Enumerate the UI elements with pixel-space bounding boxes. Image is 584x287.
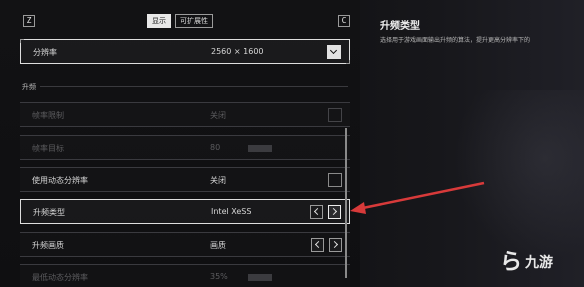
setting-row-dynamic-resolution[interactable]: 使用动态分辨率 关闭 <box>20 167 350 192</box>
setting-value: 2560 × 1600 <box>211 47 264 56</box>
dynamic-resolution-checkbox[interactable] <box>328 173 342 187</box>
logo-mark-icon: ら <box>500 250 523 275</box>
setting-row-min-dynamic-resolution: 最低动态分辨率 35% <box>20 264 350 287</box>
settings-screen: Z 显示 可扩展性 C 分辨率 2560 × 1600 升频 帧率限制 关闭 帧… <box>0 0 584 287</box>
setting-value: 关闭 <box>210 111 226 120</box>
setting-row-resolution[interactable]: 分辨率 2560 × 1600 <box>20 39 350 64</box>
chevron-left-icon <box>314 240 323 249</box>
setting-label: 帧率目标 <box>32 144 64 153</box>
scrollbar[interactable] <box>345 128 347 278</box>
min-dynamic-resolution-slider <box>248 274 272 281</box>
next-option-button[interactable] <box>329 238 342 252</box>
next-tab-key-hint[interactable]: C <box>338 15 350 27</box>
row-corner <box>346 60 350 64</box>
section-header-upscaling: 升频 <box>22 83 36 91</box>
setting-label: 使用动态分辨率 <box>32 176 88 185</box>
tab-display[interactable]: 显示 <box>147 14 171 28</box>
setting-label: 帧率限制 <box>32 111 64 120</box>
section-divider <box>40 86 348 87</box>
setting-row-frame-target: 帧率目标 80 <box>20 135 350 160</box>
previous-option-button[interactable] <box>311 238 324 252</box>
setting-row-upscale-type[interactable]: 升频类型 Intel XeSS <box>20 199 350 224</box>
chevron-down-icon <box>329 46 338 55</box>
next-option-button[interactable] <box>328 205 341 219</box>
setting-value: 画质 <box>210 241 226 250</box>
description-title: 升频类型 <box>380 21 420 32</box>
chevron-left-icon <box>313 207 322 216</box>
row-corner <box>20 39 24 43</box>
logo-text: 九游 <box>525 255 554 271</box>
previous-option-button[interactable] <box>310 205 323 219</box>
watermark-logo: ら 九游 <box>500 252 553 274</box>
tab-scalability[interactable]: 可扩展性 <box>175 14 213 28</box>
frame-limit-checkbox <box>328 108 342 122</box>
setting-row-upscale-quality[interactable]: 升频画质 画质 <box>20 232 350 257</box>
setting-label: 分辨率 <box>33 48 57 57</box>
background-art <box>454 90 584 260</box>
frame-target-slider <box>248 145 272 152</box>
setting-label: 升频画质 <box>32 241 64 250</box>
setting-value: 35% <box>210 272 228 281</box>
setting-row-frame-limit: 帧率限制 关闭 <box>20 102 350 127</box>
chevron-right-icon <box>329 207 338 216</box>
prev-tab-key-hint[interactable]: Z <box>23 15 35 27</box>
dropdown-button[interactable] <box>327 45 341 59</box>
setting-label: 最低动态分辨率 <box>32 273 88 282</box>
setting-label: 升频类型 <box>33 208 65 217</box>
setting-value: 关闭 <box>210 176 226 185</box>
chevron-right-icon <box>330 240 339 249</box>
description-text: 选择用于游戏画面输出升频的算法，提升更高分辨率下的 <box>380 37 531 44</box>
setting-value: 80 <box>210 143 221 152</box>
setting-value: Intel XeSS <box>211 207 252 216</box>
tab-bar: 显示 可扩展性 <box>147 14 213 28</box>
